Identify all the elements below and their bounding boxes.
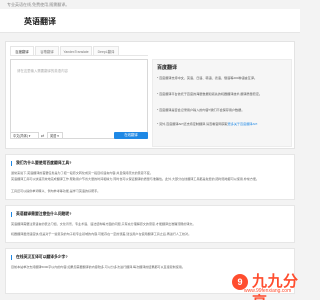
source-placeholder: 请在这里输入需要翻译的英语内容 <box>17 69 68 73</box>
target-language-select[interactable]: 英语 ▾ <box>47 132 63 139</box>
translate-button[interactable]: 在线翻译 <box>114 132 148 139</box>
info-title: 百度翻译 <box>157 65 178 71</box>
faq-card-2: 英语翻译需要注意些什么问题呢? 英语翻译需要注意语言的表达习惯、文化背景、专业术… <box>5 205 295 243</box>
faq-paragraph: 通常来说下,英语翻译的首要任务是为了把一段原文转化成另一段目标语言内容,并且保持… <box>11 171 153 175</box>
swap-arrows-icon[interactable]: ⇄ <box>41 132 44 139</box>
chevron-down-icon: ▾ <box>28 134 31 138</box>
faq-title-2: 英语翻译需要注意些什么问题呢? <box>11 212 71 217</box>
chevron-down-icon: ▾ <box>57 134 59 138</box>
watermark-title: 九九分享 <box>252 273 299 300</box>
source-language-value: 中文(简体) <box>13 134 28 138</box>
faq-title-3: 在线英汉互译可以翻译多少字? <box>11 255 68 260</box>
top-note: 专业英语在线,免费使用,随需翻译。 <box>7 2 70 7</box>
translator-panel: 百度翻译 谷歌翻译 YandexTranslate DeepL翻译 请在这里输入… <box>5 41 295 149</box>
faq-paragraph: 目前本站单次支持翻译5000字以内的内容,如果您需要翻译的内容较多,可以分多次进… <box>11 265 185 269</box>
faq-title-1: 我们为什么要使用百度翻译工具? <box>11 161 71 166</box>
info-line-4-text: * 另外,百度翻译API还支持定制翻译,请查看官网获取 <box>157 122 228 126</box>
header-bar: 英语翻译 <box>0 9 300 33</box>
target-language-value: 英语 <box>50 134 57 138</box>
info-line-1: * 百度翻译支持中文、英语、日语、韩语、德语、俄语等200种语言互译。 <box>157 76 258 80</box>
info-line-2: * 百度翻译平台依托于百度的海量数据和领先的机器翻译技术,翻译质量稳定。 <box>157 92 263 96</box>
source-language-select[interactable]: 中文(简体) ▾ <box>10 132 39 139</box>
faq-paragraph: 工具还可以提供单词释义、例句参考等功能,是学习英语的好帮手。 <box>11 189 101 193</box>
faq-paragraph: 英语翻译工具可以快速高效地完成翻译工作,帮助用户节省大量的时间和精力,同时也可以… <box>11 177 259 181</box>
info-link[interactable]: 更多关于百度翻译API <box>228 122 258 126</box>
faq-card-1: 我们为什么要使用百度翻译工具? 通常来说下,英语翻译的首要任务是为了把一段原文转… <box>5 154 295 200</box>
faq-paragraph: 英语翻译需要注意语言的表达习惯、文化背景、专业术语、语法结构等方面的问题,只有充… <box>11 222 196 226</box>
faq-paragraph: 机器翻译虽然速度快,但是对于一些复杂的句子和专业领域的内容,可能存在一定的误差,… <box>11 232 192 236</box>
info-line-3: * 百度翻译是否会记录用户输入的内容?我们不会保存用户数据。 <box>157 108 245 112</box>
watermark-url: www.99fenxiang.com <box>244 288 292 294</box>
site-brand[interactable]: 英语翻译 <box>24 16 56 27</box>
site-watermark: 9 九九分享 www.99fenxiang.com <box>232 270 300 300</box>
source-text-input[interactable]: 请在这里输入需要翻译的英语内容 <box>10 59 148 139</box>
tab-divider <box>10 55 148 56</box>
engine-info-box: 百度翻译 * 百度翻译支持中文、英语、日语、韩语、德语、俄语等200种语言互译。… <box>152 59 292 147</box>
info-line-4: * 另外,百度翻译API还支持定制翻译,请查看官网获取更多关于百度翻译API <box>157 122 289 126</box>
